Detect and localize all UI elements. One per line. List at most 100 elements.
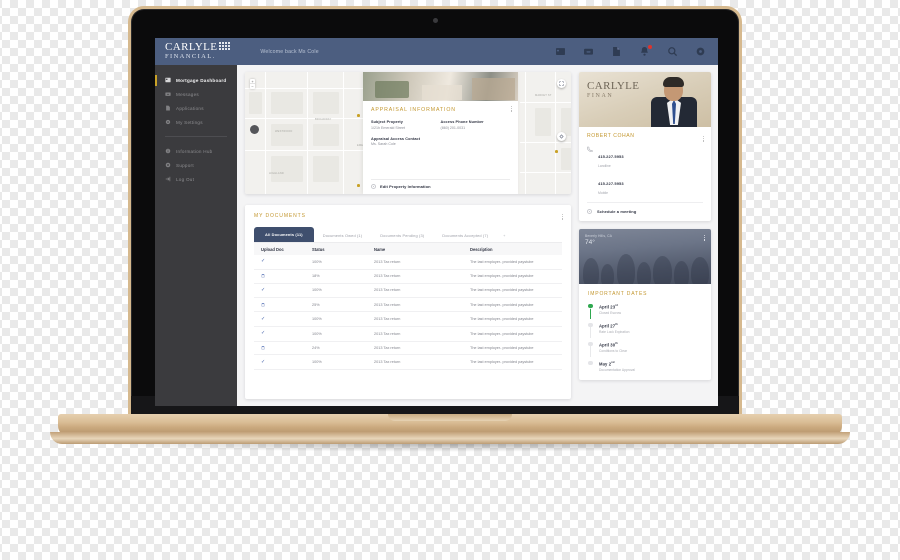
phone-number: 415.227.5953 [598,154,624,159]
appraisal-menu-button[interactable] [510,106,512,112]
upload-status-cell[interactable]: ✓ [254,316,312,322]
brand-logo[interactable]: CARLYLE FINANCIAL. [165,41,231,61]
phone-row-mobile[interactable]: 415.227.5953 Mobile [587,172,703,195]
table-row[interactable]: ✓ 100% 2013 Tax return The last employer- p… [254,255,562,270]
property-photo[interactable] [363,72,518,101]
timeline-note: Closed Escrow [599,310,621,315]
map-zoom-out-button[interactable]: − [250,84,255,89]
tab-documents-owed[interactable]: Documents Owed (1) [314,229,371,242]
loan-officer-name: ROBERT COHAN [587,133,635,139]
sidebar-item-label: Mortgage Dashboard [176,77,227,83]
name-cell: 2013 Tax return [374,346,401,351]
subject-property-field: Subject Property 1/21h Emerald Street [371,120,441,130]
field-label: Subject Property [371,120,403,124]
timeline-body: April 30th Conditions to Clear [599,342,627,353]
upload-status-cell[interactable] [254,346,312,351]
laptop-notch [388,414,512,421]
upload-status-cell[interactable]: ✓ [254,358,312,365]
laptop-base [50,414,850,444]
sidebar-item-log-out[interactable]: Log Out [155,172,237,186]
left-column: WESTWOOD BROADWAY EMERALD BLVD MARKET ST… [245,72,571,399]
sidebar-item-mortgage-dashboard[interactable]: Mortgage Dashboard [155,73,237,87]
map-zoom-controls[interactable]: + − [250,79,255,89]
schedule-meeting-button[interactable]: Schedule a meeting [587,202,703,214]
map-poi[interactable] [555,150,558,153]
table-row[interactable]: ✓ 100% 2013 Tax return The last employer- p… [254,355,562,371]
dashboard-icon[interactable] [555,46,566,57]
timeline-item[interactable]: April 30th Conditions to Clear [588,341,703,361]
timeline-date: April 27th [599,322,618,329]
upload-status-cell[interactable]: ✓ [254,287,312,293]
upload-status-cell[interactable]: ✓ [254,259,312,264]
tab-documents-pending[interactable]: Documents Pending (3) [371,229,433,242]
timeline-date: April 30th [599,341,618,348]
sidebar-item-label: Messages [176,91,199,97]
documents-menu-button[interactable] [561,214,563,220]
field-value: (860) 201-0031 [440,125,466,130]
weather-location: Beverly Hills, CA [585,234,613,238]
search-icon[interactable] [667,46,678,57]
tab-documents-accepted[interactable]: Documents Accepted (7) [433,229,497,242]
tab-all-documents[interactable]: All Documents (11) [254,227,314,242]
map-marker[interactable] [250,125,259,134]
upload-status-cell[interactable] [254,274,312,279]
weather-temperature: 74° [585,239,595,246]
inbox-icon[interactable] [583,46,594,57]
column-header-upload: Upload Doc [261,246,284,252]
check-icon: ✓ [261,258,266,265]
table-row[interactable]: 25% 2013 Tax return The last employer- pro… [254,298,562,313]
field-label: Access Phone Number [440,120,484,124]
bell-icon[interactable] [639,45,652,57]
timeline-note: Documentation Approval [599,367,635,372]
timeline-dot [588,304,593,309]
lifebuoy-icon [165,162,171,168]
timeline-item[interactable]: April 23rd Closed Escrow [588,304,703,323]
welcome-message: Welcome back Ms Cole [260,48,319,55]
map-expand-button[interactable] [557,79,566,88]
table-row[interactable]: ✓ 100% 2013 Tax return The last employer- p… [254,327,562,342]
weather-menu-button[interactable] [703,235,705,241]
schedule-meeting-label: Schedule a meeting [597,209,637,214]
edit-property-information-button[interactable]: Edit Property Information [371,179,510,194]
map-label: BROADWAY [315,118,332,121]
phone-spacer-icon [587,173,593,179]
timeline-item[interactable]: May 2nd Documentation Approval [588,360,703,372]
document-icon[interactable] [611,46,622,57]
description-cell: The last employer- provided paystube [470,302,534,307]
app-window: CARLYLE FINANCIAL. Welcome back Ms Cole [155,38,718,406]
timeline-item[interactable]: April 27th Rate Lock Expiration [588,322,703,342]
name-cell: 2013 Tax return [374,288,401,293]
upload-status-cell[interactable] [254,302,312,307]
check-icon: ✓ [261,358,266,365]
timeline-date-ordinal: th [615,322,618,326]
upload-status-cell[interactable]: ✓ [254,331,312,336]
screen: CARLYLE FINANCIAL. Welcome back Ms Cole [155,38,718,406]
sidebar-item-support[interactable]: Support [155,158,237,172]
brand-name-line1: CARLYLE [165,41,218,54]
table-row[interactable]: ✓ 100% 2013 Tax return The last employer- p… [254,284,562,299]
map-poi[interactable] [357,184,360,187]
gear-icon[interactable] [695,46,706,57]
table-row[interactable]: 24% 2013 Tax return The last employer- pro… [254,342,562,356]
tab-add-button[interactable]: + [497,229,511,242]
sidebar-item-information-hub[interactable]: Information Hub [155,144,237,158]
weather-widget: Beverly Hills, CA 74° [579,229,711,284]
loan-officer-menu-button[interactable] [702,136,704,142]
table-row[interactable]: ✓ 100% 2013 Tax return The last employer- p… [254,312,562,327]
phone-row-landline[interactable]: 415.227.5953 Landline [587,145,703,168]
main-content: WESTWOOD BROADWAY EMERALD BLVD MARKET ST… [237,65,718,406]
sidebar-item-applications[interactable]: Applications [155,101,237,115]
building-icon [219,42,231,51]
documents-table-header: Upload Doc Status Name Description [254,242,562,255]
sidebar-item-label: Log Out [176,176,195,182]
documents-tabs: All Documents (11) Documents Owed (1) Do… [254,227,562,242]
name-cell: 2013 Tax return [374,302,401,307]
map-poi[interactable] [357,114,360,117]
sidebar-item-my-settings[interactable]: My Settings [155,115,237,129]
edit-property-label: Edit Property Information [380,184,431,189]
table-row[interactable]: 18% 2013 Tax return The last employer- pro… [254,270,562,284]
field-label: Appraisal Access Contact [371,136,421,141]
notification-badge [648,45,652,49]
sidebar-item-messages[interactable]: Messages [155,87,237,101]
map-locate-button[interactable] [557,132,566,141]
